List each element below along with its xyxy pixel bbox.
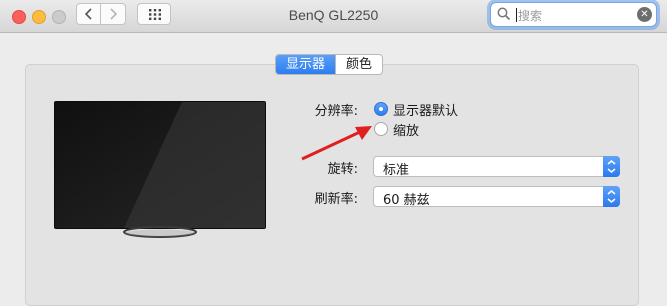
refresh-rate-value: 60 赫兹 (383, 193, 430, 208)
back-button[interactable] (76, 3, 101, 25)
clear-search-icon[interactable]: ✕ (637, 7, 652, 22)
radio-default-label[interactable]: 显示器默认 (393, 100, 458, 119)
search-placeholder: 搜索 (518, 9, 543, 23)
text-cursor (516, 8, 517, 22)
updown-chevron-icon (603, 186, 620, 207)
monitor-image (54, 101, 266, 238)
rotation-value: 标准 (383, 163, 410, 178)
rotation-label: 旋转: (327, 162, 358, 177)
tab-display[interactable]: 显示器 (276, 55, 336, 74)
title-bar: BenQ GL2250 搜索 ✕ (0, 0, 667, 33)
zoom-window-button[interactable] (52, 10, 66, 24)
tab-color[interactable]: 颜色 (335, 55, 382, 74)
rotation-select[interactable]: 标准 (373, 156, 620, 178)
show-all-button[interactable] (137, 3, 171, 25)
radio-default[interactable] (374, 102, 388, 116)
window-title: BenQ GL2250 (288, 7, 379, 23)
chevron-right-icon (110, 8, 118, 20)
tab-bar: 显示器 颜色 (275, 54, 384, 75)
close-window-button[interactable] (12, 10, 26, 24)
chevron-left-icon (84, 8, 92, 20)
search-icon (497, 7, 511, 21)
forward-button[interactable] (101, 3, 126, 25)
search-field[interactable]: 搜索 ✕ (490, 2, 657, 27)
minimize-window-button[interactable] (32, 10, 46, 24)
refresh-rate-select[interactable]: 60 赫兹 (373, 186, 620, 208)
radio-scaled-label[interactable]: 缩放 (393, 120, 419, 139)
refresh-rate-label: 刷新率: (314, 192, 358, 207)
updown-chevron-icon (603, 156, 620, 177)
grid-icon (149, 9, 161, 20)
